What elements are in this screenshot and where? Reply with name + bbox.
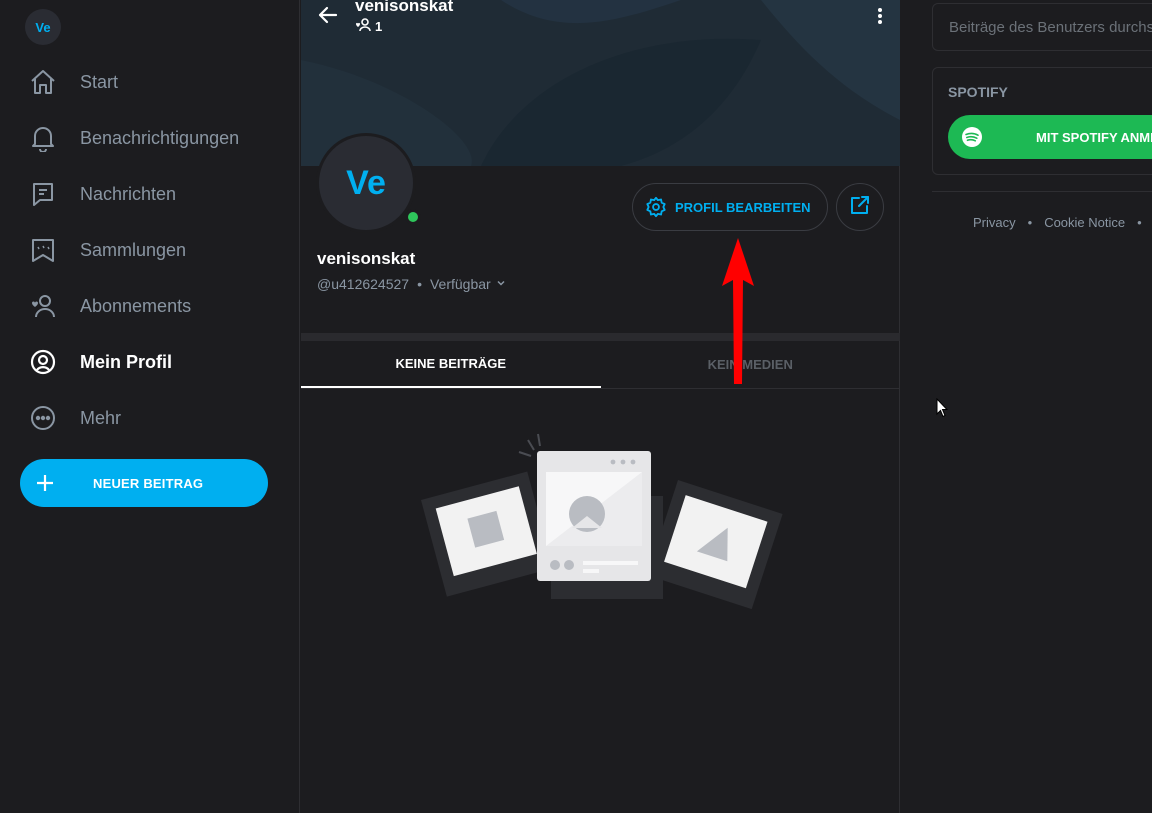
separator-dot: • (417, 276, 422, 292)
sidebar-item-more[interactable]: Mehr (0, 390, 300, 446)
more-icon (28, 403, 58, 433)
tab-posts[interactable]: KEINE BEITRÄGE (301, 341, 601, 388)
sidebar-item-notifications[interactable]: Benachrichtigungen (0, 110, 300, 166)
spotify-card: SPOTIFY MIT SPOTIFY ANMELDEN (932, 67, 1152, 175)
topbar-username: venisonskat (355, 0, 454, 15)
sidebar: Ve Start Benachrichtigungen Nachrichten … (0, 0, 300, 813)
share-profile-button[interactable] (836, 183, 884, 231)
more-options-icon[interactable] (870, 5, 890, 27)
plus-icon (20, 473, 70, 493)
sidebar-item-label: Mein Profil (80, 351, 173, 372)
mouse-cursor-icon (936, 397, 949, 423)
profile-handle: @u412624527 (317, 276, 410, 292)
profile-icon (28, 347, 58, 377)
profile-main: venisonskat 1 Ve PROFIL BEARBEITEN venis… (301, 0, 900, 813)
new-post-button[interactable]: NEUER BEITRAG (20, 459, 268, 507)
gear-icon (645, 196, 667, 218)
subscriptions-icon (28, 291, 58, 321)
sidebar-item-label: Start (80, 71, 119, 92)
annotation-arrow-icon (718, 236, 758, 391)
subscriber-count: 1 (355, 18, 382, 35)
spotify-icon (961, 126, 983, 148)
right-divider (932, 191, 1152, 192)
cookie-notice-link[interactable]: Cookie Notice (1044, 215, 1125, 230)
profile-topbar: venisonskat 1 (301, 0, 900, 40)
edit-profile-label: PROFIL BEARBEITEN (675, 199, 811, 215)
sidebar-item-my-profile[interactable]: Mein Profil (0, 334, 300, 390)
share-icon (849, 194, 871, 221)
search-posts-input[interactable]: Beiträge des Benutzers durchsuchen (932, 3, 1152, 51)
sidebar-nav: Start Benachrichtigungen Nachrichten Sam… (0, 54, 300, 446)
privacy-link[interactable]: Privacy (973, 215, 1016, 230)
section-divider (301, 333, 900, 341)
back-arrow-icon[interactable] (317, 4, 339, 26)
sidebar-item-label: Abonnements (80, 295, 192, 316)
new-post-label: NEUER BEITRAG (93, 475, 204, 491)
bookmark-stars-icon (28, 235, 58, 265)
sidebar-item-label: Sammlungen (80, 239, 187, 260)
user-avatar[interactable]: Ve (25, 9, 61, 45)
home-icon (28, 67, 58, 97)
bell-icon (28, 123, 58, 153)
sidebar-item-label: Nachrichten (80, 183, 177, 204)
spotify-login-button[interactable]: MIT SPOTIFY ANMELDEN (948, 115, 1152, 159)
profile-avatar[interactable]: Ve (316, 133, 421, 233)
empty-state-illustration (416, 430, 786, 620)
spotify-title: SPOTIFY (948, 84, 1008, 100)
separator-dot: • (1027, 215, 1033, 230)
profile-display-name: venisonskat (317, 249, 416, 268)
search-placeholder: Beiträge des Benutzers durchsuchen (949, 18, 1152, 36)
sidebar-item-label: Mehr (80, 407, 122, 428)
subscribers-icon (355, 18, 371, 35)
sidebar-item-start[interactable]: Start (0, 54, 300, 110)
subscriber-count-value: 1 (375, 19, 383, 34)
message-icon (28, 179, 58, 209)
availability-status: Verfügbar (429, 276, 491, 292)
profile-avatar-initials: Ve (319, 136, 413, 230)
profile-tabs: KEINE BEITRÄGE KEIN MEDIEN (301, 341, 900, 389)
footer-links: Privacy • Cookie Notice • (973, 215, 1152, 230)
sidebar-item-collections[interactable]: Sammlungen (0, 222, 300, 278)
online-status-dot (405, 209, 421, 225)
spotify-login-label: MIT SPOTIFY ANMELDEN (1036, 129, 1152, 145)
sidebar-item-label: Benachrichtigungen (80, 127, 240, 148)
chevron-down-icon (495, 276, 507, 292)
sidebar-item-messages[interactable]: Nachrichten (0, 166, 300, 222)
separator-dot: • (1137, 215, 1142, 230)
edit-profile-button[interactable]: PROFIL BEARBEITEN (632, 183, 828, 231)
sidebar-item-subscriptions[interactable]: Abonnements (0, 278, 300, 334)
availability-dropdown[interactable]: Verfügbar (430, 276, 507, 292)
profile-handle-row: @u412624527 • Verfügbar (317, 276, 507, 292)
